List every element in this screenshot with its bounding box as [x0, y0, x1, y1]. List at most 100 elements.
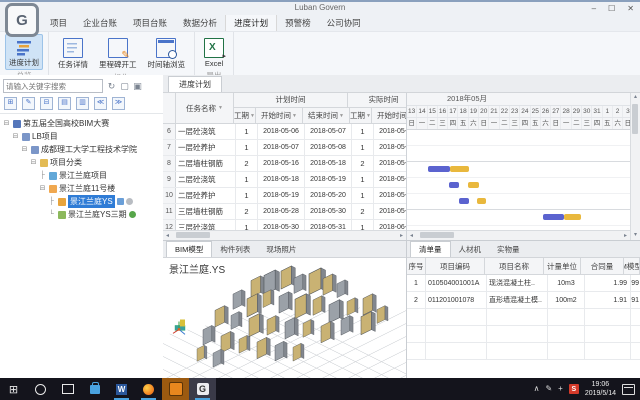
tree-item[interactable]: ├景江兰庭项目 — [0, 169, 163, 182]
task-view-taskbar-button[interactable] — [54, 378, 81, 400]
sogou-icon[interactable]: S — [569, 384, 579, 394]
firefox-taskbar-button[interactable] — [135, 378, 162, 400]
window-icon[interactable]: ▢ — [119, 80, 130, 92]
ribbon-button[interactable]: Excel — [200, 34, 228, 70]
quantity-column-header[interactable]: 项目编码 — [426, 258, 485, 274]
tree-item[interactable]: ├景江兰庭YS — [0, 195, 163, 208]
filter-icon[interactable]: ▼ — [339, 113, 344, 119]
ribbon-tab[interactable]: 公司协同 — [319, 15, 369, 31]
remove-node-icon[interactable]: ⊟ — [40, 97, 53, 110]
task-row[interactable]: 10二层砼养护12018-05-192018-05-2012018-05-21 — [163, 188, 406, 204]
plus-icon[interactable]: + — [558, 384, 563, 394]
quantity-column-header[interactable]: 合同量 — [581, 258, 624, 274]
app-logo-icon[interactable]: G — [5, 3, 39, 37]
bim-3d-view[interactable] — [163, 258, 406, 378]
quantity-column-header[interactable]: 序号 — [407, 258, 426, 274]
filter-icon[interactable]: ▼ — [250, 113, 255, 119]
document-tab[interactable]: 进度计划 — [168, 76, 222, 92]
table-horizontal-scrollbar[interactable]: ◂ ▸ — [163, 230, 406, 240]
gantt-bar-plan[interactable] — [543, 214, 564, 220]
quantity-row[interactable] — [407, 326, 640, 343]
tab-实物量[interactable]: 实物量 — [489, 242, 528, 257]
task-row[interactable]: 6一层砼浇筑12018-05-062018-05-0712018-05-08 — [163, 124, 406, 140]
minus-icon[interactable]: ⊟ — [20, 143, 29, 156]
ribbon-tab[interactable]: 项目 — [42, 15, 75, 31]
tree-item[interactable]: ⊟成都理工大学工程技术学院 — [0, 143, 163, 156]
ribbon-tab[interactable]: 企业台账 — [75, 15, 125, 31]
gantt-bar-actual[interactable] — [564, 214, 581, 220]
scroll-left-icon[interactable]: ◂ — [163, 232, 172, 240]
task-row[interactable]: 9二层砼浇筑12018-05-182018-05-1912018-05-20 — [163, 172, 406, 188]
luban-taskbar-button[interactable]: G — [189, 378, 216, 400]
task-row[interactable]: 7一层砼养护12018-05-072018-05-0812018-05-09 — [163, 140, 406, 156]
minimize-button[interactable]: – — [592, 3, 596, 15]
task-name-header[interactable]: 任务名称 ▼ — [176, 93, 234, 123]
tab-清单量[interactable]: 清单量 — [410, 241, 451, 257]
scrollbar-thumb[interactable] — [176, 232, 210, 238]
task-row[interactable]: 11三层墙柱钢筋22018-05-282018-05-3022018-05-30 — [163, 204, 406, 220]
scroll-down-icon[interactable]: ▾ — [634, 231, 637, 240]
start-taskbar-button[interactable]: ⊞ — [0, 378, 27, 400]
actual-start-header[interactable]: 开始时间▼ — [372, 108, 407, 123]
leaf-icon[interactable]: ├ — [47, 195, 56, 208]
search-input[interactable] — [3, 79, 103, 93]
ribbon-tab[interactable]: 进度计划 — [225, 14, 277, 31]
ribbon-button[interactable]: 任务详情 — [54, 34, 92, 72]
task-row[interactable]: 8二层墙柱钢筋22018-05-162018-05-1822018-05-18 — [163, 156, 406, 172]
ribbon-button[interactable]: 进度计划 — [5, 34, 43, 70]
maximize-button[interactable]: ☐ — [608, 3, 615, 15]
gantt-bar-actual[interactable] — [477, 198, 486, 204]
tab-构件列表[interactable]: 构件列表 — [212, 242, 258, 257]
refresh-icon[interactable]: ↻ — [106, 80, 117, 92]
collapse-all-icon[interactable]: ≫ — [112, 97, 125, 110]
add-node-icon[interactable]: ⊞ — [4, 97, 17, 110]
scroll-right-icon[interactable]: ▸ — [621, 232, 630, 240]
edit-node-icon[interactable]: ✎ — [22, 97, 35, 110]
gantt-bar-plan[interactable] — [449, 182, 459, 188]
tab-现场照片[interactable]: 现场照片 — [258, 242, 304, 257]
gantt-bar-actual[interactable] — [450, 166, 470, 172]
filter-icon[interactable]: ▼ — [366, 113, 371, 119]
taskbar-clock[interactable]: 19:06 2019/5/14 — [585, 380, 616, 399]
gantt-bar-plan[interactable] — [459, 198, 469, 204]
gantt-vertical-scrollbar[interactable]: ▴ ▾ — [630, 93, 640, 240]
leaf-icon[interactable]: ├ — [38, 169, 47, 182]
capture-taskbar-button[interactable] — [162, 378, 189, 400]
cortana-taskbar-button[interactable] — [27, 378, 54, 400]
quantity-row[interactable]: 1010504001001A现浇混凝土柱..10m31.991.99 — [407, 275, 640, 292]
action-center-icon[interactable] — [622, 384, 635, 395]
filter-icon[interactable]: ▼ — [292, 113, 297, 119]
filter-icon[interactable]: ▼ — [218, 105, 223, 111]
gantt-horizontal-scrollbar[interactable]: ◂ ▸ — [407, 230, 630, 240]
scrollbar-thumb[interactable] — [632, 104, 638, 134]
word-taskbar-button[interactable]: W — [108, 378, 135, 400]
quantity-row[interactable] — [407, 309, 640, 326]
minus-icon[interactable]: ⊟ — [29, 156, 38, 169]
plan-start-header[interactable]: 开始时间▼ — [256, 108, 303, 123]
ribbon-tab[interactable]: 预警榜 — [277, 15, 319, 31]
tab-BIM模型[interactable]: BIM模型 — [166, 241, 212, 257]
tab-人材机[interactable]: 人材机 — [451, 242, 490, 257]
tree-item[interactable]: └景江兰庭YS三期 — [0, 208, 163, 221]
tree-item[interactable]: ⊟景江兰庭11号楼 — [0, 182, 163, 195]
quantity-column-header[interactable]: 项目名称 — [485, 258, 544, 274]
quantity-row[interactable]: 2011201001078直形墙混凝土模..100m21.911.91 — [407, 292, 640, 309]
quantity-column-header[interactable]: 计量单位 — [544, 258, 581, 274]
quantity-row[interactable] — [407, 343, 640, 360]
minus-icon[interactable]: ⊟ — [38, 182, 47, 195]
quantity-column-header[interactable]: BIM模型量 — [624, 258, 640, 274]
expand-all-icon[interactable]: ≪ — [94, 97, 107, 110]
ribbon-tab[interactable]: 项目台账 — [125, 15, 175, 31]
minus-icon[interactable]: ⊟ — [11, 130, 20, 143]
tree-item[interactable]: ⊟第五届全国高校BIM大赛 — [0, 117, 163, 130]
close-button[interactable]: ✕ — [627, 3, 634, 15]
bim-viewport[interactable]: 景江兰庭.YS — [163, 258, 406, 378]
ribbon-tab[interactable]: 数据分析 — [175, 15, 225, 31]
list-icon[interactable]: ▥ — [76, 97, 89, 110]
tree-item[interactable]: ⊟项目分类 — [0, 156, 163, 169]
scroll-up-icon[interactable]: ▴ — [634, 93, 637, 102]
ribbon-button[interactable]: 里程碑开工 — [95, 34, 141, 72]
rename-node-icon[interactable]: ▤ — [58, 97, 71, 110]
store-taskbar-button[interactable] — [81, 378, 108, 400]
actual-duration-header[interactable]: 工期▼ — [350, 108, 372, 123]
